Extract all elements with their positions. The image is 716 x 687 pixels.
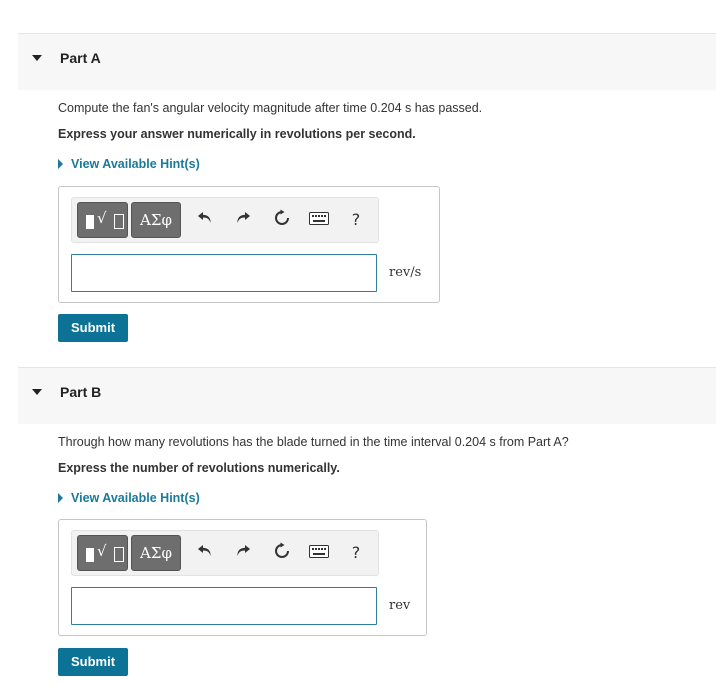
help-button[interactable]: ? <box>345 209 367 231</box>
part-a-answer-box: √ ΑΣφ ? rev/s <box>58 186 440 303</box>
symbols-button[interactable]: ΑΣφ <box>131 202 181 238</box>
template-box-icon <box>86 548 94 562</box>
part-b-header[interactable]: Part B <box>18 367 716 424</box>
part-a-instruction: Express your answer numerically in revol… <box>58 127 416 141</box>
root-icon: √ <box>97 542 107 560</box>
root-box-icon <box>114 547 124 562</box>
part-a-header[interactable]: Part A <box>18 33 716 90</box>
part-b-answer-input[interactable] <box>71 587 377 625</box>
redo-icon[interactable] <box>232 209 254 231</box>
part-b-title: Part B <box>60 384 102 400</box>
redo-icon[interactable] <box>232 542 254 564</box>
part-b-submit-button[interactable]: Submit <box>58 648 128 676</box>
reset-icon[interactable] <box>271 209 293 231</box>
part-a-submit-button[interactable]: Submit <box>58 314 128 342</box>
help-button[interactable]: ? <box>345 542 367 564</box>
part-a-unit: rev/s <box>389 265 422 280</box>
keyboard-icon[interactable] <box>308 209 330 231</box>
part-a-question: Compute the fan's angular velocity magni… <box>58 101 483 115</box>
hint-label: View Available Hint(s) <box>71 491 200 505</box>
part-a-answer-input[interactable] <box>71 254 377 292</box>
reset-icon[interactable] <box>271 542 293 564</box>
symbols-button[interactable]: ΑΣφ <box>131 535 181 571</box>
expand-triangle-icon <box>58 159 63 169</box>
part-b-hint-link[interactable]: View Available Hint(s) <box>58 491 200 505</box>
root-box-icon <box>114 214 124 229</box>
undo-icon[interactable] <box>194 542 216 564</box>
keyboard-icon[interactable] <box>308 542 330 564</box>
part-b-unit: rev <box>389 598 411 613</box>
undo-icon[interactable] <box>194 209 216 231</box>
part-b-question: Through how many revolutions has the bla… <box>58 435 569 449</box>
templates-button[interactable]: √ <box>77 202 128 238</box>
root-icon: √ <box>97 209 107 227</box>
template-box-icon <box>86 215 94 229</box>
part-a-title: Part A <box>60 50 101 66</box>
collapse-caret-icon[interactable] <box>32 389 42 395</box>
math-toolbar: √ ΑΣφ ? <box>71 530 379 576</box>
collapse-caret-icon[interactable] <box>32 55 42 61</box>
part-b-instruction: Express the number of revolutions numeri… <box>58 461 340 475</box>
part-a-hint-link[interactable]: View Available Hint(s) <box>58 157 200 171</box>
math-toolbar: √ ΑΣφ ? <box>71 197 379 243</box>
templates-button[interactable]: √ <box>77 535 128 571</box>
expand-triangle-icon <box>58 493 63 503</box>
part-b-answer-box: √ ΑΣφ ? rev <box>58 519 427 636</box>
hint-label: View Available Hint(s) <box>71 157 200 171</box>
